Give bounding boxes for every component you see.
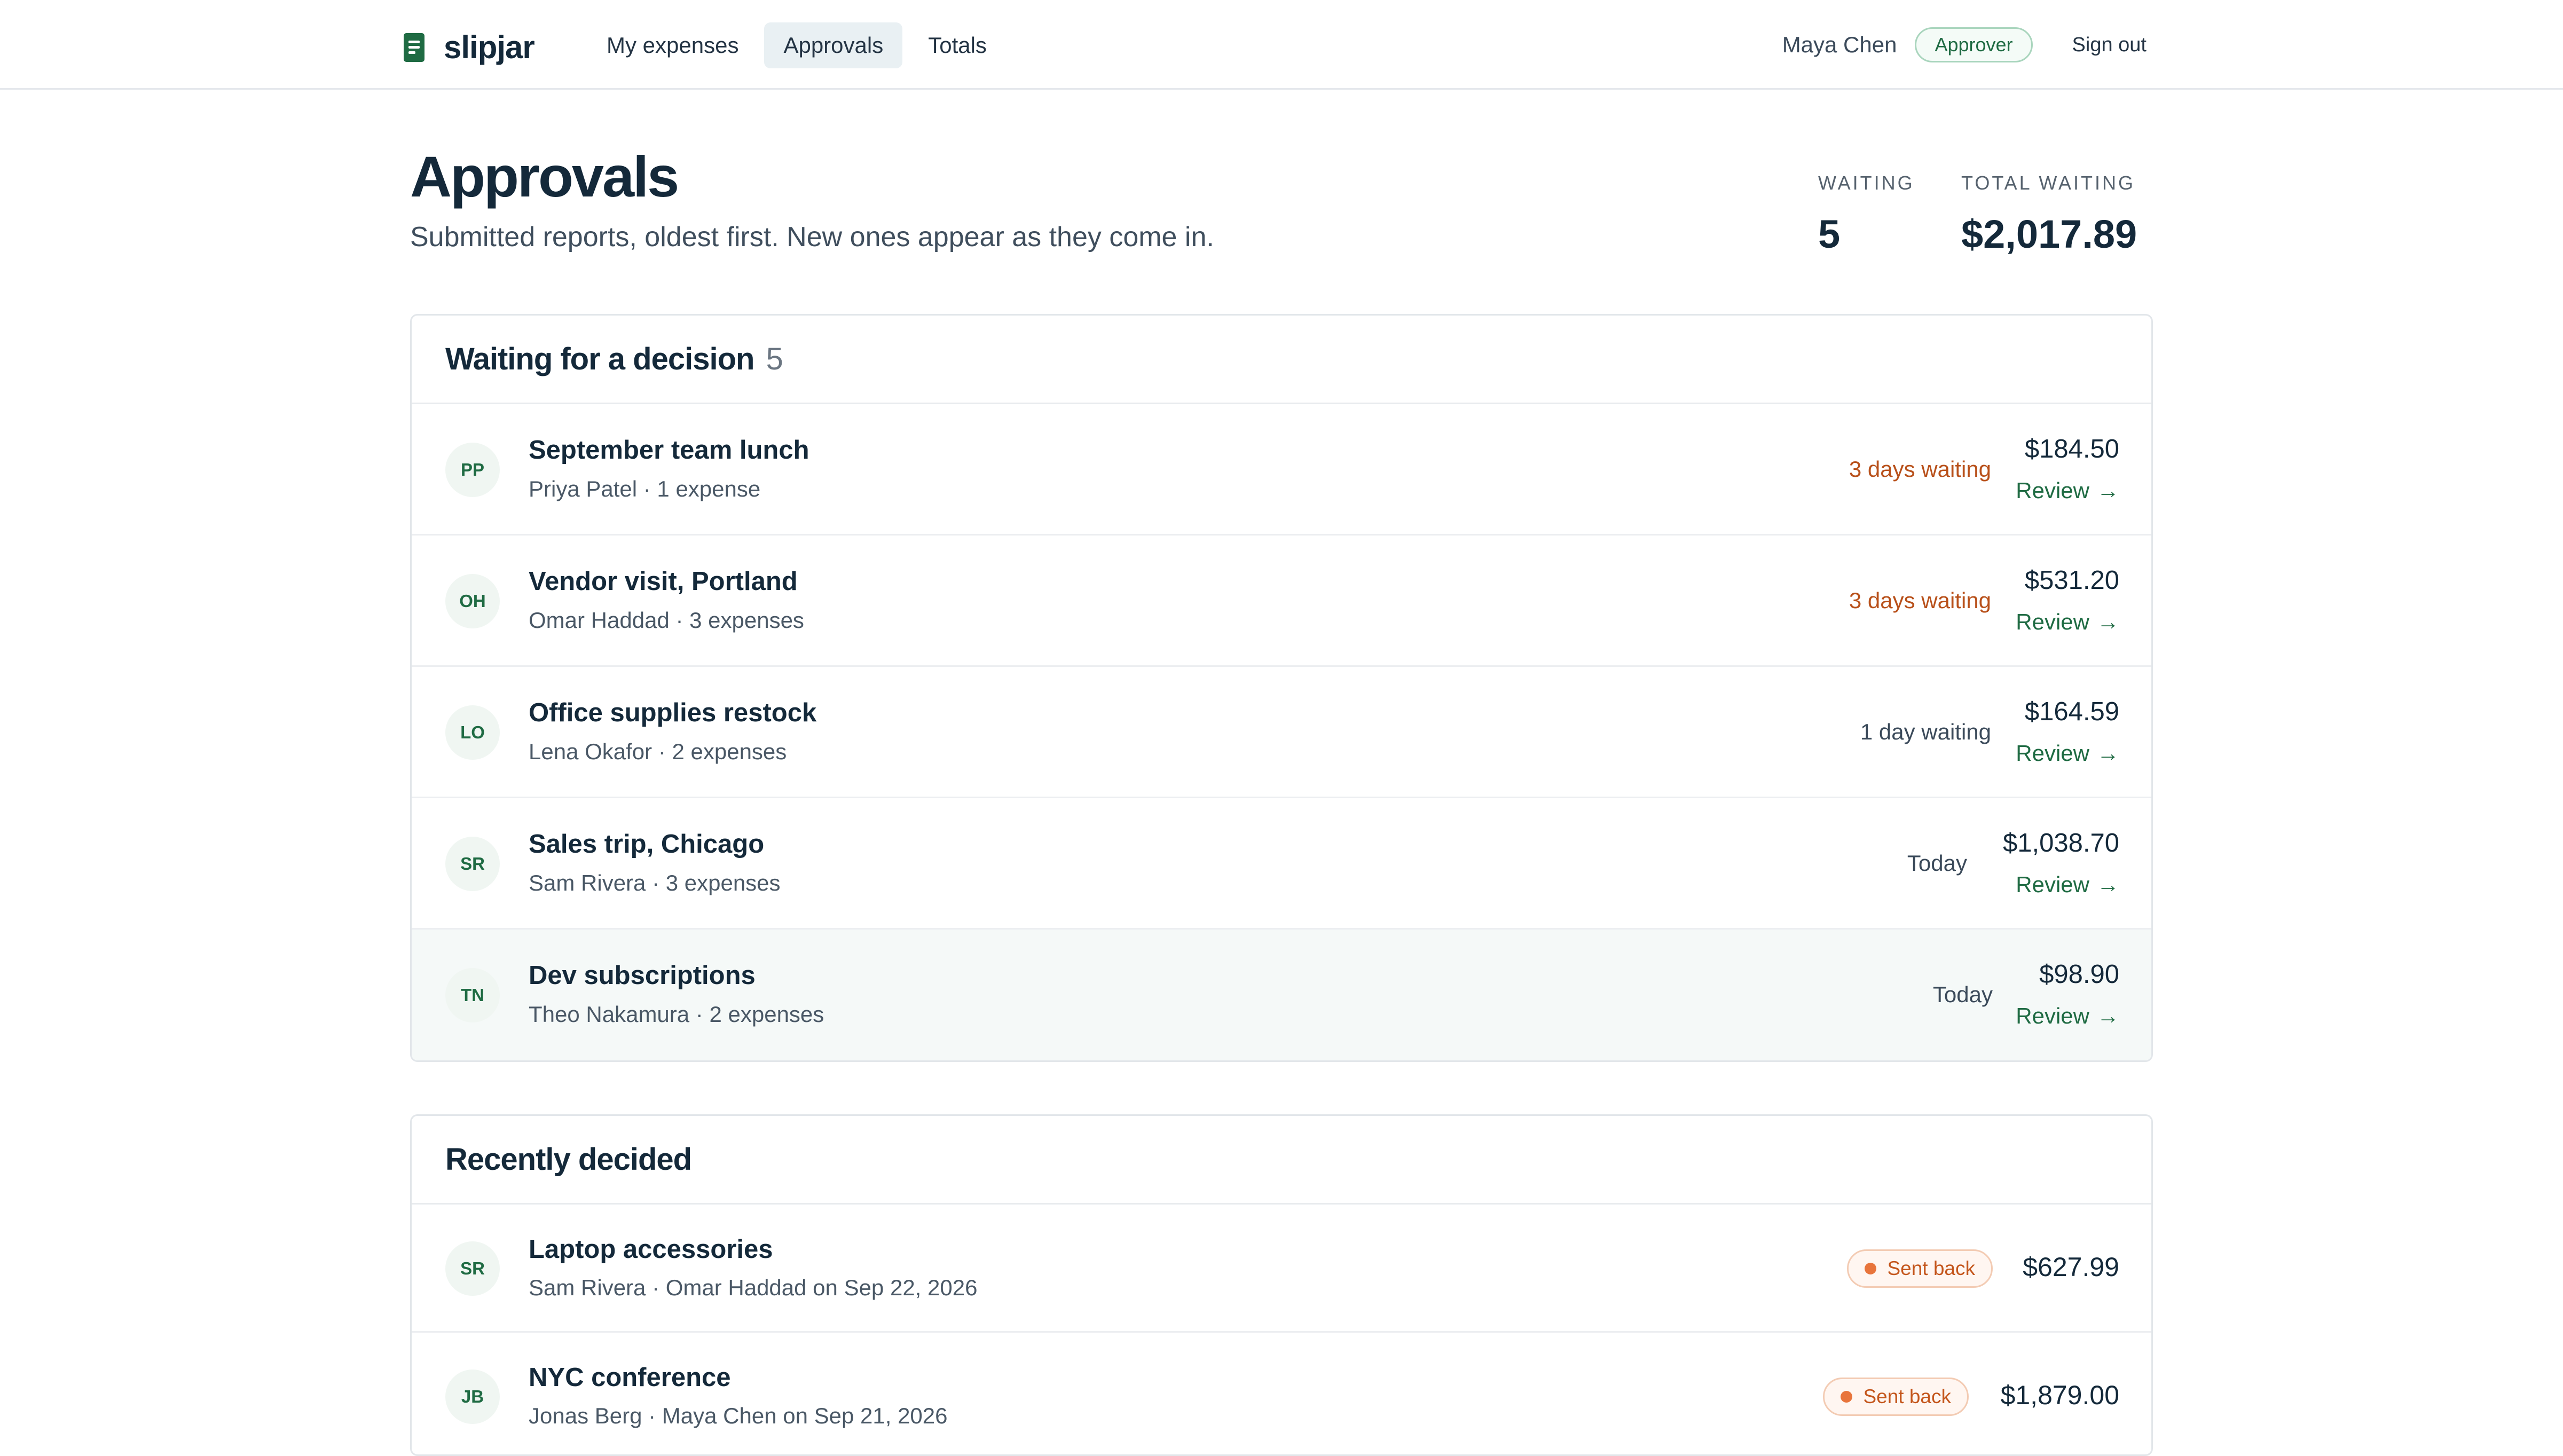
tab-my-expenses[interactable]: My expenses [587, 22, 758, 68]
stat-total-waiting: TOTAL WAITING $2,017.89 [1961, 172, 2137, 257]
stat-waiting-value: 5 [1818, 212, 1841, 256]
review-label: Review [2016, 609, 2089, 634]
waiting-duration: 1 day waiting [1860, 719, 1991, 744]
report-row[interactable]: PP September team lunch Priya Patel · 1 … [412, 404, 2151, 536]
waiting-duration: Today [1932, 982, 1993, 1007]
role-badge: Approver [1915, 27, 2033, 62]
decided-row[interactable]: JB NYC conference Jonas Berg · Maya Chen… [412, 1333, 2151, 1454]
review-link[interactable]: Review → [2016, 478, 2119, 503]
top-navigation: slipjar My expenses Approvals Totals May… [0, 0, 2563, 90]
receipt-icon [404, 33, 424, 62]
review-label: Review [2016, 478, 2089, 503]
report-title: Sales trip, Chicago [529, 830, 765, 859]
status-label: Sent back [1863, 1386, 1951, 1407]
report-meta: Omar Haddad · 3 expenses [529, 608, 804, 633]
report-meta: Theo Nakamura · 2 expenses [529, 1002, 824, 1027]
avatar: TN [445, 968, 500, 1022]
report-amount: $627.99 [2023, 1252, 2119, 1282]
review-link[interactable]: Review → [2016, 1003, 2119, 1029]
report-amount: $1,038.70 [2003, 829, 2119, 857]
tab-approvals[interactable]: Approvals [764, 22, 903, 68]
user-name: Maya Chen [1782, 32, 1897, 57]
status-label: Sent back [1887, 1257, 1975, 1279]
report-title: Office supplies restock [529, 698, 817, 727]
status-dot-icon [1865, 1263, 1877, 1274]
main-nav: My expenses Approvals Totals [587, 22, 1012, 68]
report-row[interactable]: SR Sales trip, Chicago Sam Rivera · 3 ex… [412, 798, 2151, 930]
waiting-duration: 3 days waiting [1849, 588, 1991, 613]
stat-waiting: WAITING 5 [1818, 172, 1915, 257]
report-meta: Sam Rivera · 3 expenses [529, 870, 781, 895]
report-row[interactable]: OH Vendor visit, Portland Omar Haddad · … [412, 536, 2151, 667]
review-label: Review [2016, 872, 2089, 897]
review-label: Review [2016, 1003, 2089, 1028]
report-title: Vendor visit, Portland [529, 567, 798, 596]
recent-card-title: Recently decided [445, 1142, 692, 1177]
arrow-right-icon: → [2097, 478, 2119, 503]
report-row[interactable]: LO Office supplies restock Lena Okafor ·… [412, 667, 2151, 798]
status-badge: Sent back [1823, 1378, 1969, 1416]
review-link[interactable]: Review → [2016, 872, 2119, 898]
arrow-right-icon: → [2097, 872, 2119, 897]
report-amount: $1,879.00 [2000, 1380, 2119, 1410]
waiting-duration: 3 days waiting [1849, 457, 1991, 482]
stat-waiting-label: WAITING [1818, 172, 1915, 194]
stat-total-value: $2,017.89 [1961, 212, 2137, 256]
report-amount: $164.59 [2024, 697, 2119, 726]
waiting-count: 5 [766, 342, 783, 376]
avatar: PP [445, 443, 500, 497]
page-subtitle: Submitted reports, oldest first. New one… [410, 222, 1214, 253]
brand-logo[interactable]: slipjar [404, 29, 535, 66]
report-title: Dev subscriptions [529, 961, 756, 990]
avatar: SR [445, 1241, 500, 1296]
report-meta: Sam Rivera · Omar Haddad on Sep 22, 2026 [529, 1275, 978, 1300]
waiting-card: Waiting for a decision 5 PP September te… [410, 314, 2153, 1062]
report-amount: $184.50 [2024, 435, 2119, 463]
waiting-duration: Today [1907, 851, 1967, 876]
avatar: OH [445, 574, 500, 628]
avatar: JB [445, 1370, 500, 1424]
recent-card-header: Recently decided [412, 1116, 2151, 1205]
arrow-right-icon: → [2097, 741, 2119, 766]
report-title: Laptop accessories [529, 1235, 773, 1264]
review-link[interactable]: Review → [2016, 741, 2119, 766]
review-label: Review [2016, 741, 2089, 766]
avatar: SR [445, 837, 500, 891]
status-dot-icon [1841, 1391, 1853, 1403]
report-meta: Lena Okafor · 2 expenses [529, 739, 787, 764]
report-row[interactable]: TN Dev subscriptions Theo Nakamura · 2 e… [412, 930, 2151, 1060]
avatar: LO [445, 705, 500, 760]
status-badge: Sent back [1847, 1249, 1993, 1288]
recently-decided-card: Recently decided SR Laptop accessories S… [410, 1114, 2153, 1456]
brand-name: slipjar [444, 29, 535, 65]
tab-totals[interactable]: Totals [909, 22, 1006, 68]
arrow-right-icon: → [2097, 609, 2119, 634]
report-amount: $98.90 [2039, 960, 2119, 989]
sign-out-link[interactable]: Sign out [2072, 34, 2147, 57]
user-area: Maya Chen Approver Sign out [1782, 26, 2147, 64]
waiting-card-title: Waiting for a decision [445, 342, 754, 376]
review-link[interactable]: Review → [2016, 609, 2119, 635]
waiting-card-header: Waiting for a decision 5 [412, 316, 2151, 404]
report-title: September team lunch [529, 436, 809, 465]
report-amount: $531.20 [2024, 566, 2119, 595]
decided-row[interactable]: SR Laptop accessories Sam Rivera · Omar … [412, 1205, 2151, 1333]
report-meta: Jonas Berg · Maya Chen on Sep 21, 2026 [529, 1403, 948, 1428]
page-title: Approvals [410, 144, 679, 209]
stat-total-label: TOTAL WAITING [1961, 172, 2136, 194]
report-meta: Priya Patel · 1 expense [529, 476, 761, 501]
report-title: NYC conference [529, 1363, 731, 1392]
arrow-right-icon: → [2097, 1003, 2119, 1028]
